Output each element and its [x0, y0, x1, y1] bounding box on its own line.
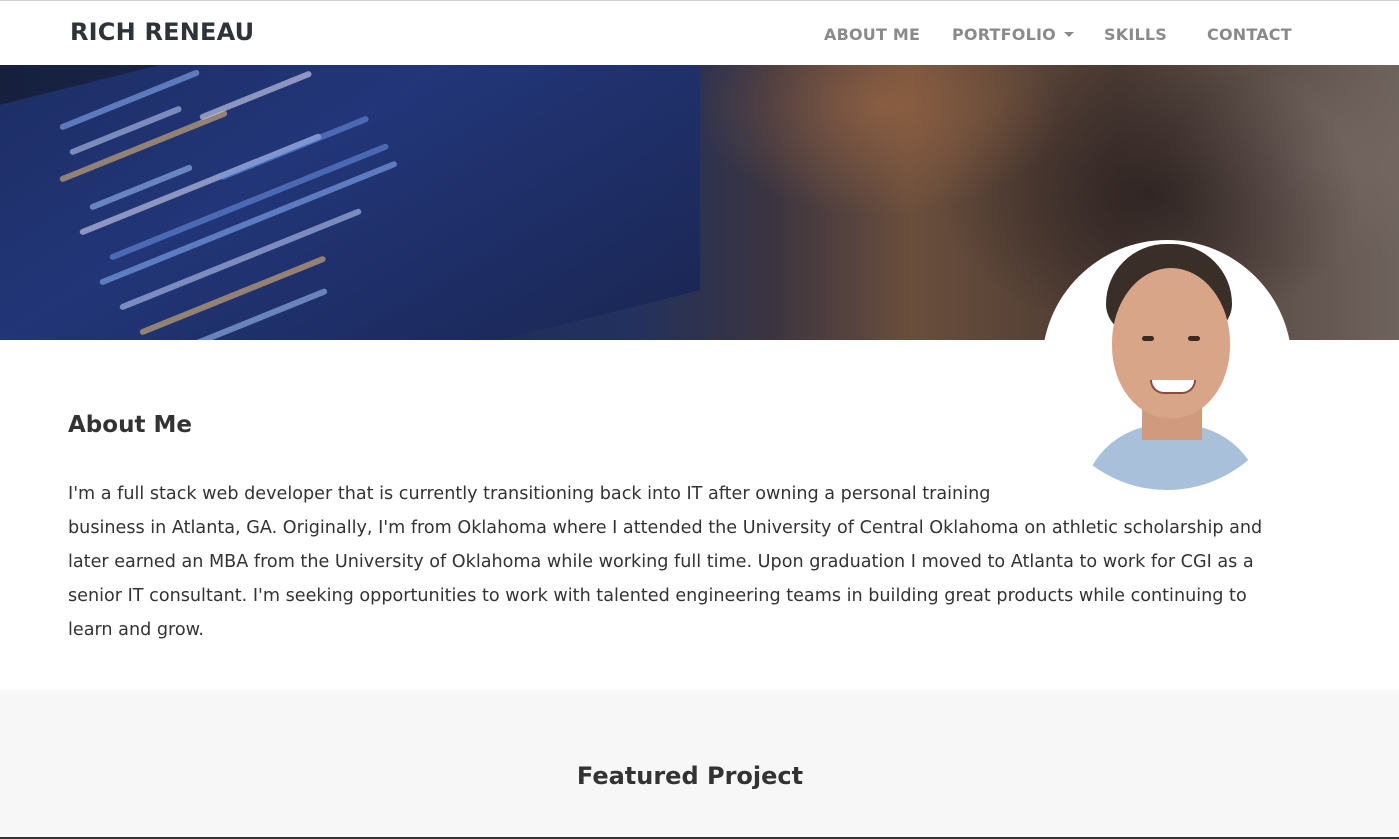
about-me-paragraph: I'm a full stack web developer that is c… — [68, 477, 1293, 647]
avatar-eye-right — [1188, 336, 1200, 341]
brand-logo[interactable]: RICH RENEAU — [70, 18, 254, 46]
avatar-face — [1112, 268, 1230, 418]
nav-link-portfolio-label: PORTFOLIO — [952, 25, 1056, 44]
avatar-eye-left — [1142, 336, 1154, 341]
avatar-smile — [1150, 380, 1196, 394]
featured-project-section: Featured Project — [0, 690, 1399, 839]
about-me-heading: About Me — [68, 412, 192, 438]
navbar: RICH RENEAU ABOUT ME PORTFOLIO SKILLS CO… — [0, 0, 1399, 65]
nav-link-about-me[interactable]: ABOUT ME — [824, 25, 920, 44]
nav-link-contact[interactable]: CONTACT — [1207, 25, 1292, 44]
about-me-text-rest: business in Atlanta, GA. Originally, I'm… — [68, 518, 1263, 640]
featured-project-heading: Featured Project — [576, 762, 804, 790]
nav-link-skills[interactable]: SKILLS — [1104, 25, 1167, 44]
nav-link-portfolio[interactable]: PORTFOLIO — [952, 25, 1074, 44]
profile-avatar — [1042, 240, 1292, 490]
about-me-text-line-1: I'm a full stack web developer that is c… — [68, 484, 991, 504]
chevron-down-icon — [1063, 32, 1074, 37]
